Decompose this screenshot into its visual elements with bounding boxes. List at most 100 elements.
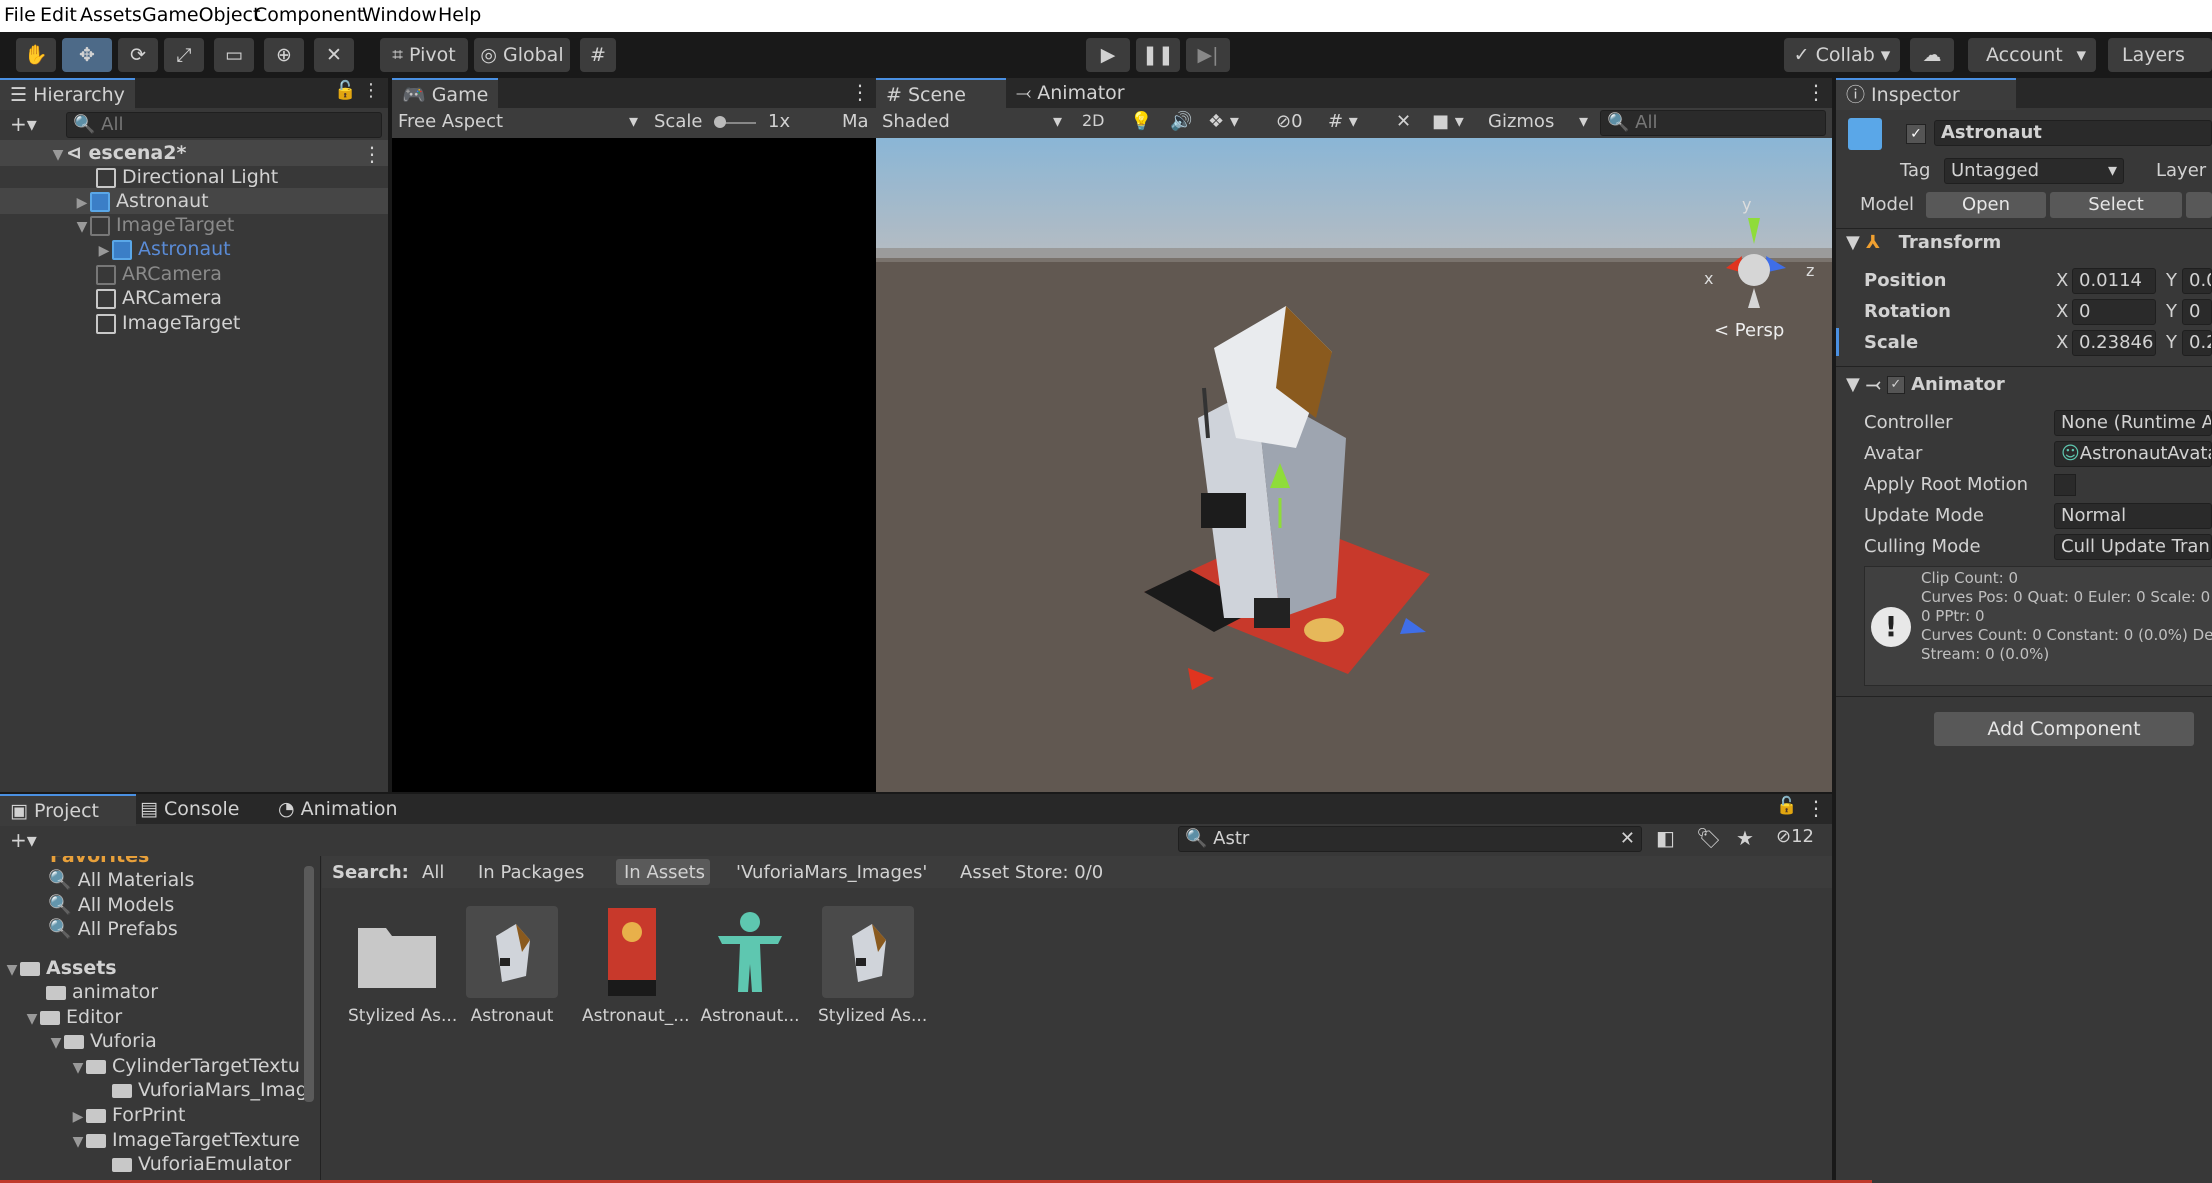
filter-in-packages[interactable]: In Packages	[478, 862, 584, 883]
hierarchy-item-imagetarget-disabled[interactable]: ▼ ImageTarget	[74, 213, 235, 239]
tab-animation[interactable]: ◔ Animation	[268, 794, 408, 824]
transform-header[interactable]: ▼ ⅄ Transform	[1846, 232, 2001, 253]
update-mode-dropdown[interactable]: Normal	[2054, 503, 2212, 529]
tree-forprint[interactable]: ▶ ForPrint	[70, 1103, 186, 1127]
favorite-all-materials[interactable]: 🔍 All Materials	[48, 868, 194, 892]
asset-astronaut-texture[interactable]	[586, 906, 678, 998]
global-toggle[interactable]: ◎ Global	[474, 38, 570, 72]
tab-project[interactable]: ▣ Project	[0, 794, 136, 826]
position-x-field[interactable]: 0.0114	[2072, 268, 2156, 294]
tree-scrollbar[interactable]	[304, 866, 314, 1102]
hierarchy-item-arcamera-disabled[interactable]: ARCamera	[96, 262, 222, 286]
tree-animator[interactable]: animator	[30, 980, 158, 1004]
expand-arrow-icon[interactable]: ▼	[50, 143, 66, 167]
tab-game[interactable]: 🎮 Game	[392, 78, 499, 110]
rect-tool-icon[interactable]: ▭	[214, 38, 254, 72]
lock-icon[interactable]: 🔓	[1776, 796, 1797, 816]
hidden-packages-toggle[interactable]: ⊘12	[1776, 826, 1814, 847]
asset-astronaut-avatar[interactable]	[704, 906, 796, 998]
menu-window[interactable]: Window	[362, 4, 437, 26]
hierarchy-item-directional-light[interactable]: Directional Light	[96, 165, 278, 189]
filter-folder[interactable]: 'VuforiaMars_Images'	[736, 862, 927, 883]
filter-in-assets[interactable]: In Assets	[624, 862, 705, 883]
asset-astronaut-prefab[interactable]	[466, 906, 558, 998]
camera-icon[interactable]: ■ ▾	[1432, 111, 1464, 132]
favorite-star-icon[interactable]: ★	[1736, 826, 1754, 850]
play-button[interactable]: ▶	[1086, 38, 1130, 72]
favorite-all-models[interactable]: 🔍 All Models	[48, 893, 174, 917]
tree-vuforia[interactable]: ▼ Vuforia	[48, 1029, 157, 1053]
lighting-icon[interactable]: 💡	[1130, 111, 1152, 132]
menu-gameobject[interactable]: GameObject	[142, 4, 260, 26]
grid-icon[interactable]: # ▾	[1328, 111, 1358, 132]
tools-icon[interactable]: ✕	[1396, 111, 1411, 132]
asset-stylized-model[interactable]	[822, 906, 914, 998]
rotate-tool-icon[interactable]: ⟳	[118, 38, 158, 72]
move-tool-icon[interactable]: ✥	[62, 38, 112, 72]
rotation-x-field[interactable]: 0	[2072, 299, 2156, 325]
animator-enabled-checkbox[interactable]: ✓	[1886, 376, 1905, 394]
active-checkbox[interactable]: ✓	[1906, 124, 1926, 144]
add-object-icon[interactable]: +▾	[10, 112, 37, 136]
hierarchy-item-astronaut[interactable]: ▶ Astronaut	[74, 189, 209, 213]
hierarchy-search-input[interactable]: 🔍 All	[66, 112, 382, 138]
project-menu-icon[interactable]: ⋮	[1806, 796, 1826, 820]
tab-animator[interactable]: ⤙ Animator	[1006, 78, 1135, 108]
scene-menu-icon[interactable]: ⋮	[1806, 80, 1826, 104]
custom-tool-icon[interactable]: ✕	[314, 38, 354, 72]
persp-label[interactable]: < Persp	[1714, 320, 1784, 341]
tree-imagetargettextures[interactable]: ▼ ImageTargetTexture	[70, 1128, 300, 1152]
aspect-dropdown[interactable]: Free Aspect ▾	[398, 111, 638, 132]
grid-snap-icon[interactable]: #	[580, 38, 616, 72]
menu-file[interactable]: File	[4, 4, 36, 26]
effects-icon[interactable]: ❖ ▾	[1208, 111, 1239, 132]
culling-mode-dropdown[interactable]: Cull Update Tran	[2054, 534, 2212, 560]
account-dropdown[interactable]: Account ▾	[1968, 38, 2096, 72]
toggle-2d-button[interactable]: 2D	[1082, 111, 1105, 130]
create-asset-icon[interactable]: +▾	[10, 828, 37, 852]
tree-cylindertargettextures[interactable]: ▼ CylinderTargetTextu	[70, 1054, 300, 1078]
scale-y-field[interactable]: 0.2	[2182, 330, 2212, 356]
project-search-input[interactable]: 🔍 Astr ✕	[1178, 826, 1642, 852]
rotation-y-field[interactable]: 0	[2182, 299, 2212, 325]
avatar-field[interactable]: ☺AstronautAvata	[2054, 441, 2212, 467]
controller-field[interactable]: None (Runtime An	[2054, 410, 2212, 436]
hierarchy-item-astronaut-child[interactable]: ▶ Astronaut	[96, 237, 231, 261]
overrides-button[interactable]	[2186, 192, 2212, 218]
hand-tool-icon[interactable]: ✋	[16, 38, 56, 72]
select-button[interactable]: Select	[2050, 192, 2182, 218]
more-menu-icon[interactable]: ⋮	[362, 80, 380, 101]
hidden-objects-toggle[interactable]: ⊘0	[1276, 111, 1303, 132]
filter-all[interactable]: All	[422, 862, 444, 883]
lock-icon[interactable]: 🔓	[334, 80, 356, 101]
tree-assets[interactable]: ▼ Assets	[4, 956, 117, 980]
audio-icon[interactable]: 🔊	[1170, 111, 1192, 132]
pivot-toggle[interactable]: ⌗ Pivot	[380, 38, 468, 72]
gizmos-dropdown[interactable]: Gizmos ▾	[1488, 111, 1588, 132]
object-name-field[interactable]: Astronaut	[1934, 120, 2212, 146]
position-y-field[interactable]: 0.0	[2182, 268, 2212, 294]
layers-dropdown[interactable]: Layers	[2108, 38, 2212, 72]
animator-header[interactable]: ▼ ⤙ ✓ Animator	[1846, 374, 2005, 395]
apply-root-motion-checkbox[interactable]	[2054, 474, 2076, 496]
asset-folder-stylized[interactable]	[352, 906, 444, 998]
tree-editor[interactable]: ▼ Editor	[24, 1005, 123, 1029]
scene-search-input[interactable]: 🔍 All	[1600, 110, 1826, 136]
expand-arrow-icon[interactable]: ▶	[74, 191, 90, 215]
scene-menu-icon[interactable]: ⋮	[362, 142, 382, 166]
menu-assets[interactable]: Assets	[80, 4, 142, 26]
hierarchy-item-arcamera[interactable]: ARCamera	[96, 286, 222, 310]
scale-slider-handle[interactable]	[714, 116, 726, 128]
filter-asset-store[interactable]: Asset Store: 0/0	[960, 862, 1103, 883]
menu-component[interactable]: Component	[254, 4, 364, 26]
favorites-header[interactable]: Favorites	[50, 856, 149, 868]
add-component-button[interactable]: Add Component	[1934, 712, 2194, 746]
filter-by-label-icon[interactable]: 🏷	[1696, 826, 1721, 850]
expand-arrow-icon[interactable]: ▶	[96, 239, 112, 263]
open-button[interactable]: Open	[1926, 192, 2046, 218]
game-menu-icon[interactable]: ⋮	[850, 80, 870, 104]
scale-x-field[interactable]: 0.23846	[2072, 330, 2156, 356]
expand-arrow-icon[interactable]: ▼	[74, 215, 90, 239]
clear-search-icon[interactable]: ✕	[1620, 827, 1635, 851]
favorite-all-prefabs[interactable]: 🔍 All Prefabs	[48, 917, 178, 941]
